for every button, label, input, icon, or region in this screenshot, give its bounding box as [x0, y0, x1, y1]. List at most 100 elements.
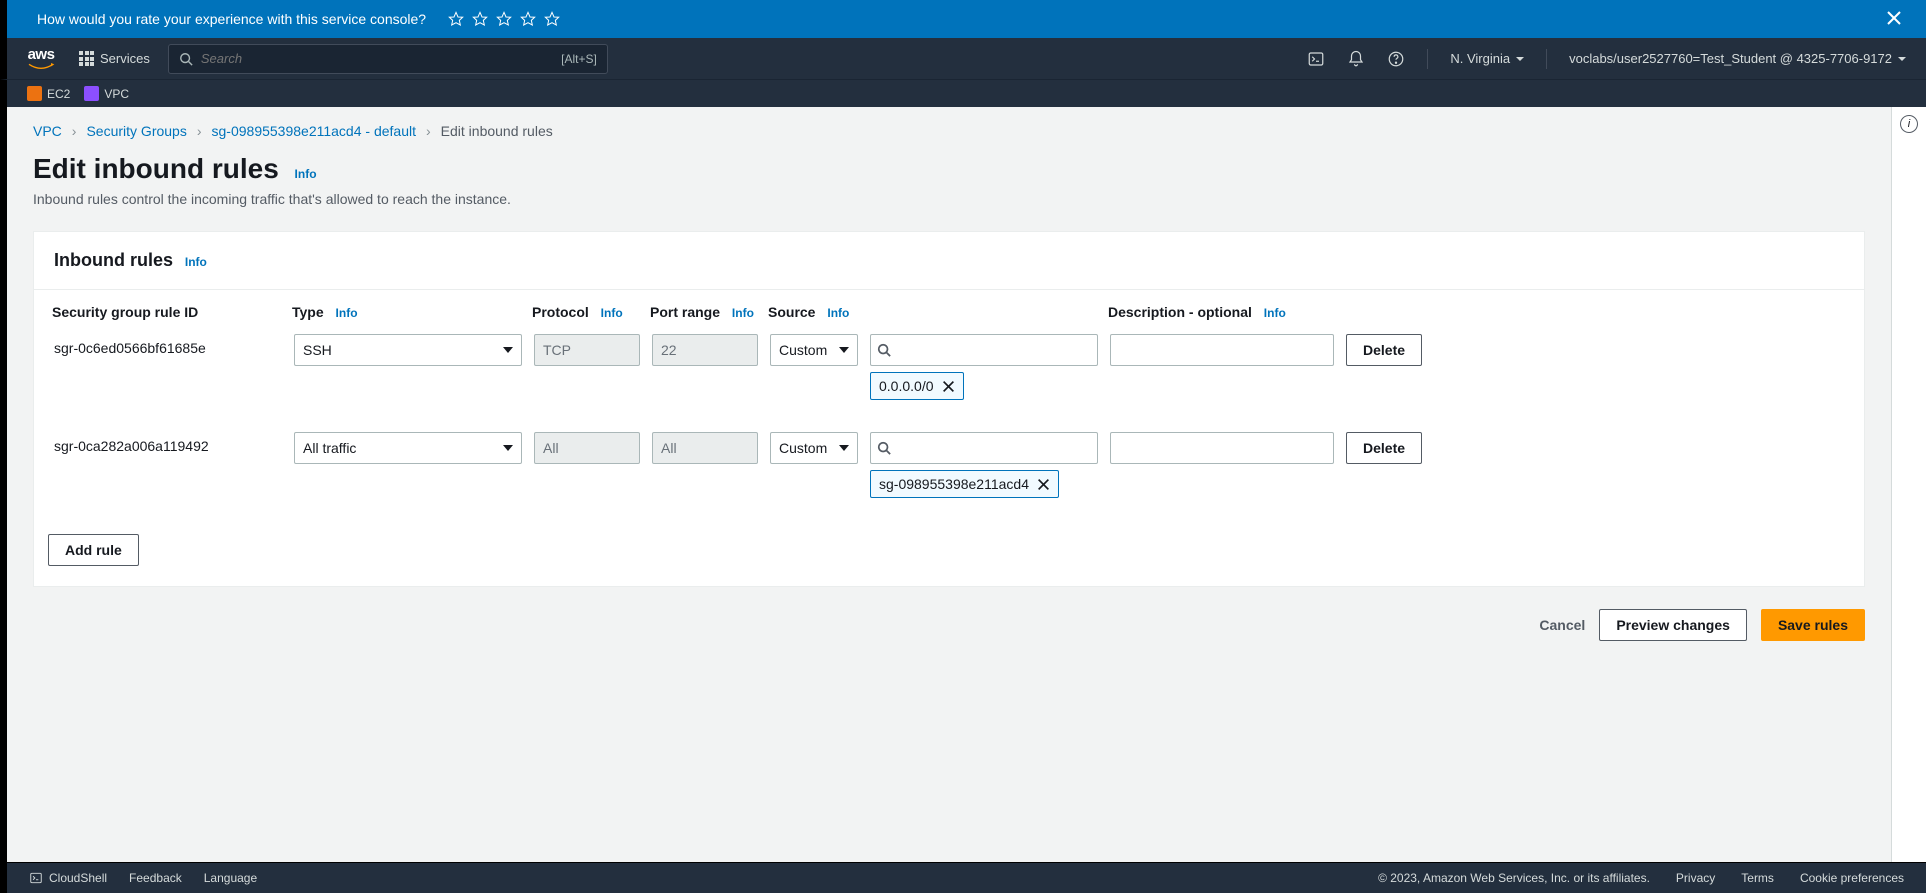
source-mode-select[interactable]: Custom — [770, 334, 858, 366]
select-value: Custom — [779, 440, 827, 456]
grid-icon — [79, 51, 94, 66]
chip-label: sg-098955398e211acd4 — [879, 476, 1029, 492]
col-id: Security group rule ID — [48, 304, 288, 330]
preview-changes-button[interactable]: Preview changes — [1599, 609, 1747, 641]
description-input[interactable] — [1119, 342, 1325, 358]
select-value: Custom — [779, 342, 827, 358]
source-mode-select[interactable]: Custom — [770, 432, 858, 464]
cloudshell-icon[interactable] — [1307, 50, 1325, 68]
type-select[interactable]: SSH — [294, 334, 522, 366]
star-3-icon[interactable] — [496, 11, 512, 27]
source-search-input[interactable] — [897, 440, 1089, 456]
protocol-field: All — [534, 432, 640, 464]
crumb-current: Edit inbound rules — [441, 123, 553, 139]
delete-button[interactable]: Delete — [1346, 432, 1422, 464]
add-rule-button[interactable]: Add rule — [48, 534, 139, 566]
source-chip[interactable]: sg-098955398e211acd4 — [870, 470, 1059, 498]
services-menu[interactable]: Services — [79, 51, 150, 66]
delete-button[interactable]: Delete — [1346, 334, 1422, 366]
description-input[interactable] — [1119, 440, 1325, 456]
page-actions: Cancel Preview changes Save rules — [7, 587, 1891, 681]
cloudshell-icon — [29, 871, 43, 885]
type-select[interactable]: All traffic — [294, 432, 522, 464]
search-icon — [179, 52, 193, 66]
top-nav: aws Services [Alt+S] N. Virginia voclabs… — [0, 38, 1926, 79]
star-4-icon[interactable] — [520, 11, 536, 27]
region-selector[interactable]: N. Virginia — [1450, 51, 1524, 66]
table-row: sgr-0ca282a006a119492 All traffic All — [48, 428, 1850, 526]
caret-down-icon — [503, 347, 513, 353]
chevron-right-icon: › — [72, 123, 77, 139]
chip-label: 0.0.0.0/0 — [879, 378, 934, 394]
col-protocol: Protocol Info — [528, 304, 646, 330]
col-port: Port range Info — [646, 304, 764, 330]
account-menu[interactable]: voclabs/user2527760=Test_Student @ 4325-… — [1569, 51, 1906, 66]
source-search[interactable] — [870, 334, 1098, 366]
cookies-link[interactable]: Cookie preferences — [1800, 871, 1904, 885]
remove-chip-icon[interactable] — [1037, 478, 1050, 491]
crumb-sg[interactable]: sg-098955398e211acd4 - default — [212, 123, 416, 139]
privacy-link[interactable]: Privacy — [1676, 871, 1715, 885]
info-link[interactable]: Info — [601, 306, 623, 320]
chevron-right-icon: › — [426, 123, 431, 139]
search-input[interactable] — [201, 51, 561, 66]
panel-title: Inbound rules — [54, 250, 173, 270]
remove-chip-icon[interactable] — [942, 380, 955, 393]
info-link[interactable]: Info — [295, 167, 317, 181]
page-title-text: Edit inbound rules — [33, 153, 279, 184]
help-icon[interactable] — [1387, 50, 1405, 68]
description-field[interactable] — [1110, 432, 1334, 464]
source-search[interactable] — [870, 432, 1098, 464]
copyright-text: © 2023, Amazon Web Services, Inc. or its… — [1378, 871, 1650, 885]
rating-stars — [448, 11, 560, 27]
search-icon — [877, 441, 891, 455]
help-drawer-toggle[interactable]: i — [1891, 107, 1926, 893]
feedback-link[interactable]: Feedback — [129, 871, 182, 885]
search-icon — [877, 343, 891, 357]
star-2-icon[interactable] — [472, 11, 488, 27]
protocol-value: All — [543, 440, 559, 456]
page-description: Inbound rules control the incoming traff… — [7, 189, 1891, 231]
aws-logo[interactable]: aws — [27, 46, 55, 71]
language-link[interactable]: Language — [204, 871, 257, 885]
breadcrumb: VPC › Security Groups › sg-098955398e211… — [7, 107, 1891, 139]
global-search[interactable]: [Alt+S] — [168, 44, 608, 74]
shortcut-ec2[interactable]: EC2 — [27, 86, 70, 101]
col-type: Type Info — [288, 304, 528, 330]
protocol-field: TCP — [534, 334, 640, 366]
info-icon: i — [1900, 115, 1918, 133]
select-value: All traffic — [303, 440, 356, 456]
shortcut-vpc[interactable]: VPC — [84, 86, 129, 101]
close-icon[interactable] — [1886, 10, 1902, 26]
source-search-input[interactable] — [897, 342, 1089, 358]
cloudshell-link[interactable]: CloudShell — [29, 871, 107, 885]
account-label: voclabs/user2527760=Test_Student @ 4325-… — [1569, 51, 1892, 66]
info-link[interactable]: Info — [1264, 306, 1286, 320]
description-field[interactable] — [1110, 334, 1334, 366]
caret-down-icon — [1898, 57, 1906, 61]
feedback-text: How would you rate your experience with … — [37, 11, 426, 27]
info-link[interactable]: Info — [336, 306, 358, 320]
main-content: VPC › Security Groups › sg-098955398e211… — [7, 107, 1891, 893]
table-header: Security group rule ID Type Info Protoco… — [48, 304, 1850, 330]
col-desc: Description - optional Info — [1104, 304, 1340, 330]
info-link[interactable]: Info — [827, 306, 849, 320]
info-link[interactable]: Info — [185, 255, 207, 269]
caret-down-icon — [1516, 57, 1524, 61]
save-rules-button[interactable]: Save rules — [1761, 609, 1865, 641]
crumb-vpc[interactable]: VPC — [33, 123, 62, 139]
bell-icon[interactable] — [1347, 50, 1365, 68]
terms-link[interactable]: Terms — [1741, 871, 1774, 885]
feedback-bar: How would you rate your experience with … — [0, 0, 1926, 38]
port-value: All — [661, 440, 677, 456]
cancel-button[interactable]: Cancel — [1539, 617, 1585, 633]
port-value: 22 — [661, 342, 677, 358]
source-chip[interactable]: 0.0.0.0/0 — [870, 372, 964, 400]
info-link[interactable]: Info — [732, 306, 754, 320]
star-5-icon[interactable] — [544, 11, 560, 27]
port-field: All — [652, 432, 758, 464]
vpc-icon — [84, 86, 99, 101]
crumb-security-groups[interactable]: Security Groups — [86, 123, 186, 139]
star-1-icon[interactable] — [448, 11, 464, 27]
page-title: Edit inbound rules Info — [7, 139, 1891, 189]
